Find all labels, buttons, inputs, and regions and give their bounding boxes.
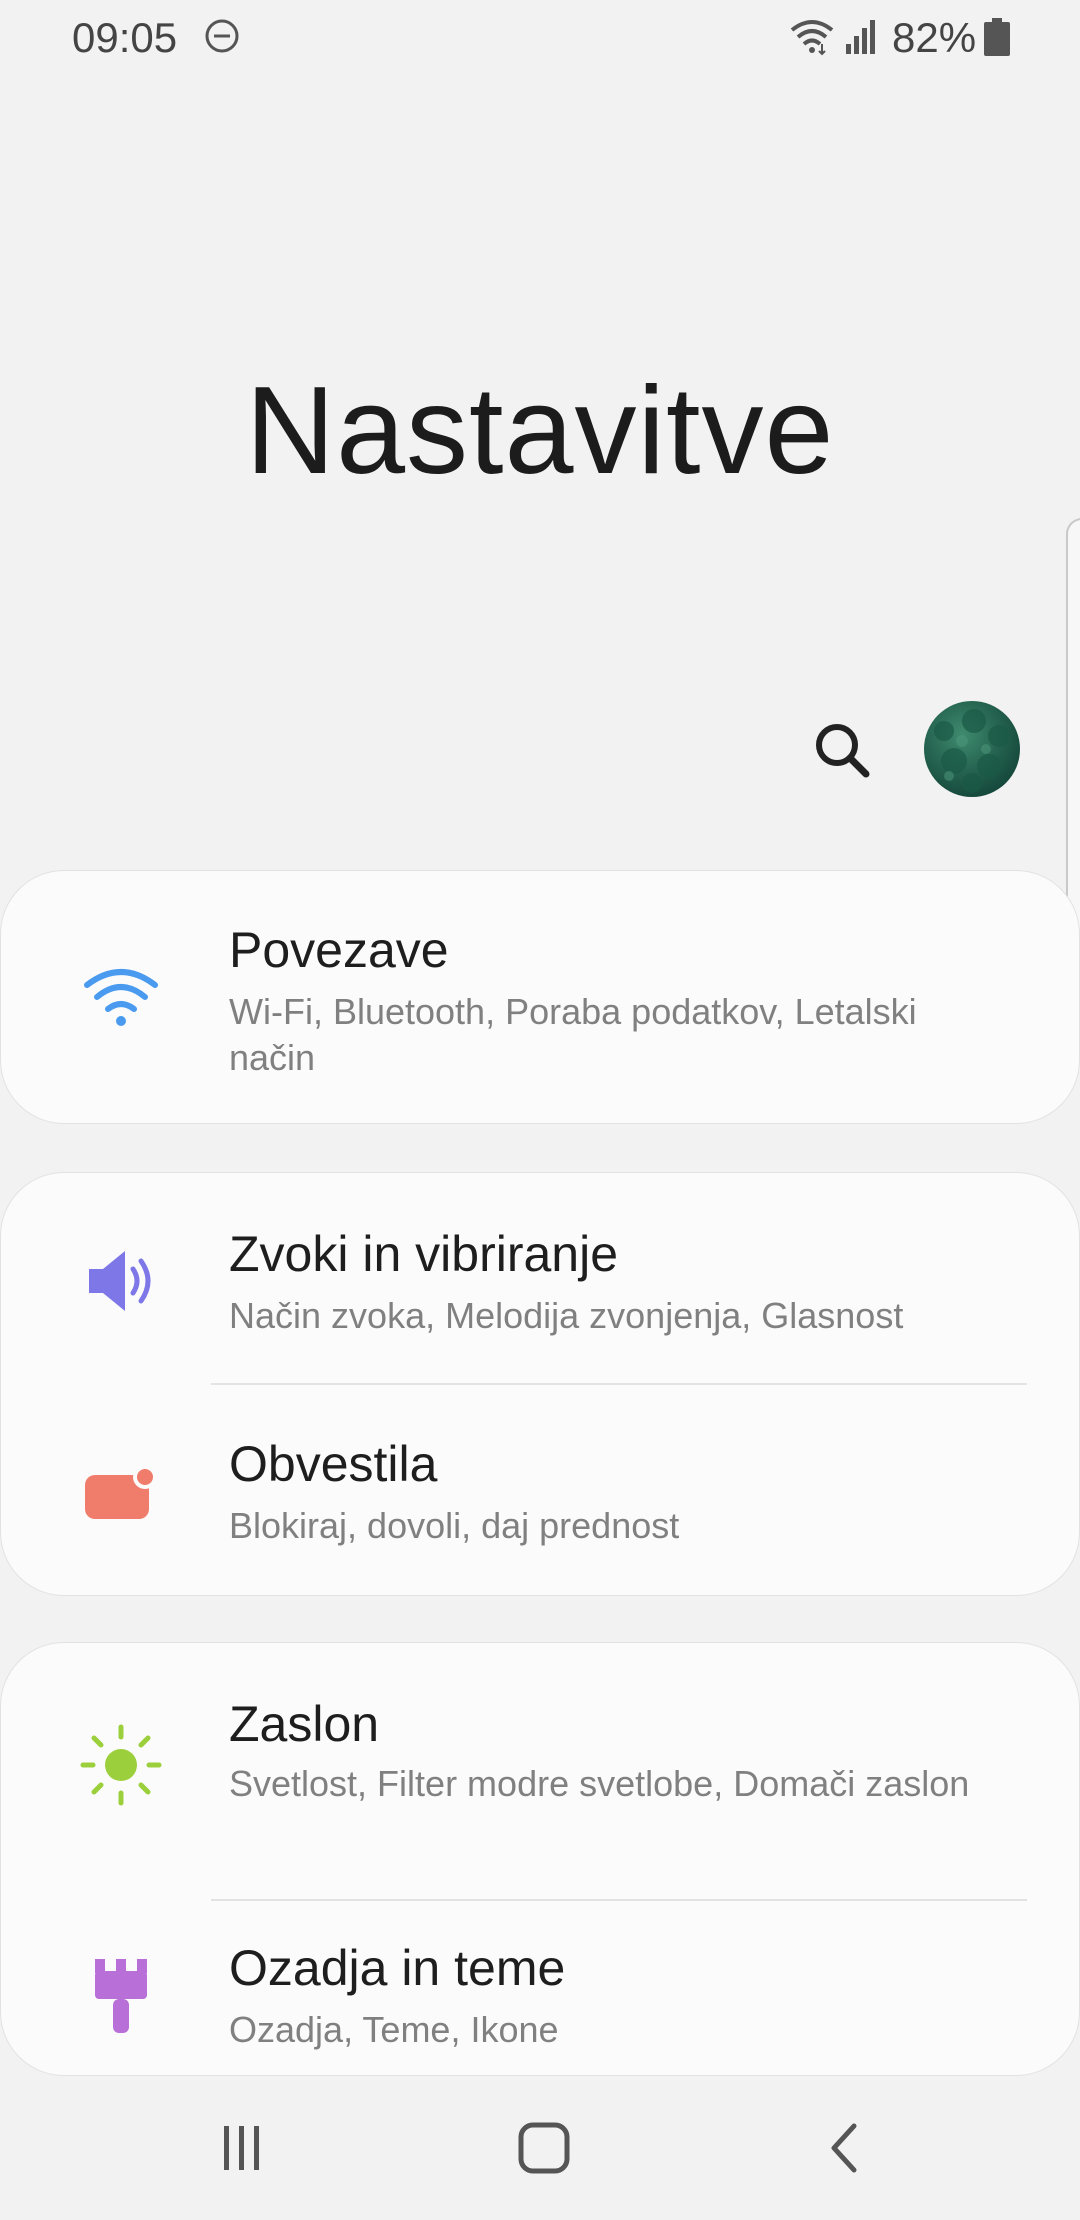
wifi-icon xyxy=(790,20,834,56)
back-icon[interactable] xyxy=(814,2116,878,2180)
signal-icon xyxy=(846,20,875,54)
brightness-icon xyxy=(80,1724,162,1806)
settings-card-display: Zaslon Svetlost, Filter modre svetlobe, … xyxy=(0,1642,1080,2076)
settings-item-sounds[interactable]: Zvoki in vibriranje Način zvoka, Melodij… xyxy=(1,1173,1080,1385)
status-bar: 09:05 82% xyxy=(0,0,1080,72)
battery-icon xyxy=(984,18,1010,56)
settings-item-subtitle: Ozadja, Teme, Ikone xyxy=(229,2009,559,2050)
wifi-icon xyxy=(84,969,158,1026)
home-icon[interactable] xyxy=(512,2116,576,2180)
settings-item-subtitle: Način zvoka, Melodija zvonjenja, Glasnos… xyxy=(229,1295,904,1336)
status-time: 09:05 xyxy=(72,14,178,61)
settings-item-title: Ozadja in teme xyxy=(229,1940,566,1996)
settings-card-connections: Povezave Wi-Fi, Bluetooth, Poraba podatk… xyxy=(0,870,1080,1124)
settings-item-wallpapers[interactable]: Ozadja in teme Ozadja, Teme, Ikone xyxy=(1,1901,1080,2077)
search-icon[interactable] xyxy=(810,718,874,782)
page-title: Nastavitve xyxy=(245,362,835,500)
do-not-disturb-icon xyxy=(205,19,239,53)
settings-item-connections[interactable]: Povezave Wi-Fi, Bluetooth, Poraba podatk… xyxy=(1,871,1080,1125)
settings-item-subtitle: Wi-Fi, Bluetooth, Poraba podatkov, Letal… xyxy=(229,991,917,1078)
battery-percent: 82% xyxy=(892,14,977,61)
paint-brush-icon xyxy=(95,1959,147,2033)
notification-icon xyxy=(85,1465,157,1519)
settings-card-sound-notifications: Zvoki in vibriranje Način zvoka, Melodij… xyxy=(0,1172,1080,1596)
settings-item-display[interactable]: Zaslon Svetlost, Filter modre svetlobe, … xyxy=(1,1643,1080,1899)
recents-icon[interactable] xyxy=(210,2116,274,2180)
settings-item-subtitle: Svetlost, Filter modre svetlobe, Domači … xyxy=(229,1763,970,1804)
edge-panel-handle[interactable] xyxy=(1066,518,1080,932)
avatar-image xyxy=(934,709,1010,793)
speaker-icon xyxy=(89,1251,151,1311)
settings-item-title: Zaslon xyxy=(229,1696,380,1752)
navigation-bar xyxy=(0,2076,1080,2220)
settings-item-title: Povezave xyxy=(229,922,449,978)
avatar[interactable] xyxy=(924,701,1020,797)
settings-item-subtitle: Blokiraj, dovoli, daj prednost xyxy=(229,1505,680,1546)
settings-item-notifications[interactable]: Obvestila Blokiraj, dovoli, daj prednost xyxy=(1,1385,1080,1597)
settings-item-title: Zvoki in vibriranje xyxy=(229,1226,619,1282)
settings-item-title: Obvestila xyxy=(229,1436,438,1492)
